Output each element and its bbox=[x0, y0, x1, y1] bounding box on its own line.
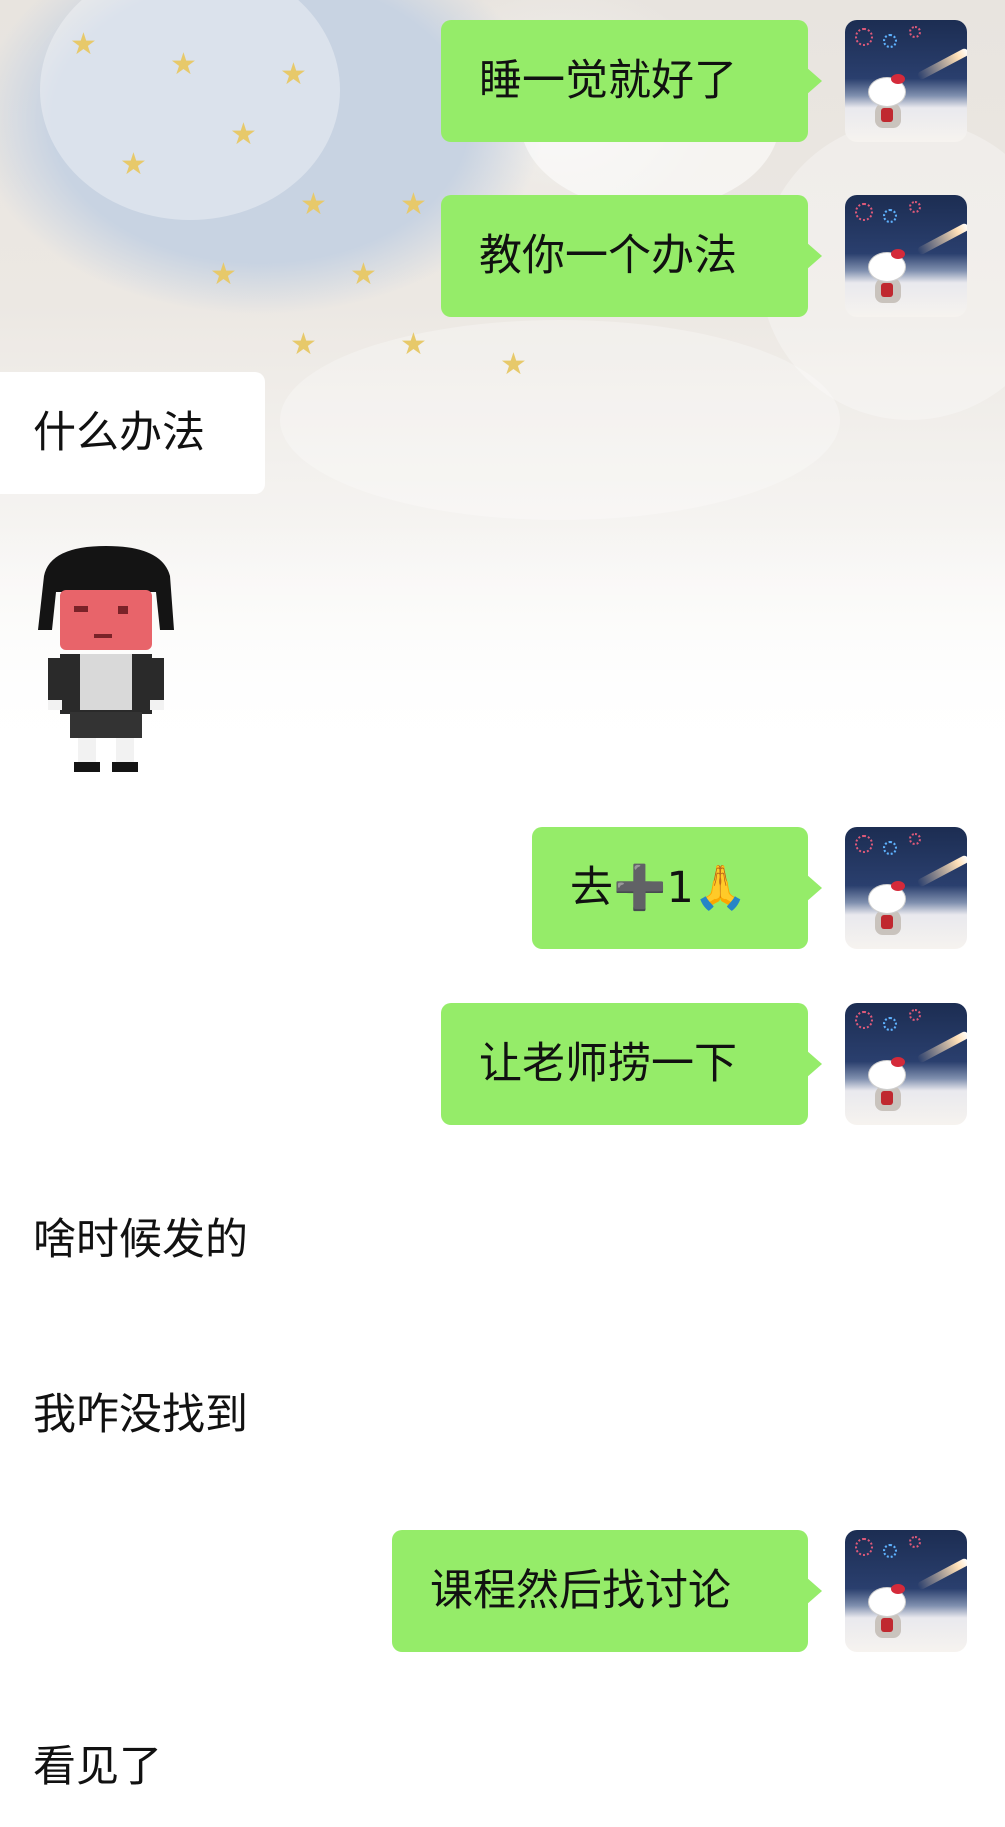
message-text: 让老师捞一下 bbox=[479, 1039, 737, 1089]
my-message-bubble[interactable]: 课程然后找讨论 bbox=[392, 1530, 822, 1652]
message-row: 课程然后找讨论 bbox=[0, 1530, 1005, 1654]
hello-kitty-avatar[interactable] bbox=[845, 1003, 967, 1125]
message-row: 去➕1🙏 bbox=[0, 827, 1005, 951]
pixel-cartoon-boy-sticker[interactable] bbox=[30, 546, 182, 774]
message-text: 睡一觉就好了 bbox=[479, 56, 737, 106]
message-row: 睡一觉就好了 bbox=[0, 20, 1005, 144]
other-message-text[interactable]: 我咋没找到 bbox=[33, 1385, 248, 1445]
hello-kitty-avatar[interactable] bbox=[845, 827, 967, 949]
message-text: 什么办法 bbox=[33, 408, 205, 458]
my-message-bubble[interactable]: 睡一觉就好了 bbox=[441, 20, 822, 142]
hello-kitty-avatar[interactable] bbox=[845, 195, 967, 317]
message-text: 教你一个办法 bbox=[479, 231, 737, 281]
other-message-text[interactable]: 啥时候发的 bbox=[33, 1210, 248, 1270]
message-text: 去➕1🙏 bbox=[570, 863, 748, 913]
message-row: 让老师捞一下 bbox=[0, 1003, 1005, 1127]
my-message-bubble[interactable]: 让老师捞一下 bbox=[441, 1003, 822, 1125]
other-message-bubble[interactable]: 什么办法 bbox=[0, 372, 265, 494]
my-message-bubble[interactable]: 去➕1🙏 bbox=[532, 827, 822, 949]
message-text: 课程然后找讨论 bbox=[430, 1566, 731, 1616]
message-row: 教你一个办法 bbox=[0, 195, 1005, 319]
my-message-bubble[interactable]: 教你一个办法 bbox=[441, 195, 822, 317]
hello-kitty-avatar[interactable] bbox=[845, 20, 967, 142]
message-row: 什么办法 bbox=[0, 372, 1005, 496]
other-message-text[interactable]: 看见了 bbox=[33, 1737, 162, 1797]
hello-kitty-avatar[interactable] bbox=[845, 1530, 967, 1652]
